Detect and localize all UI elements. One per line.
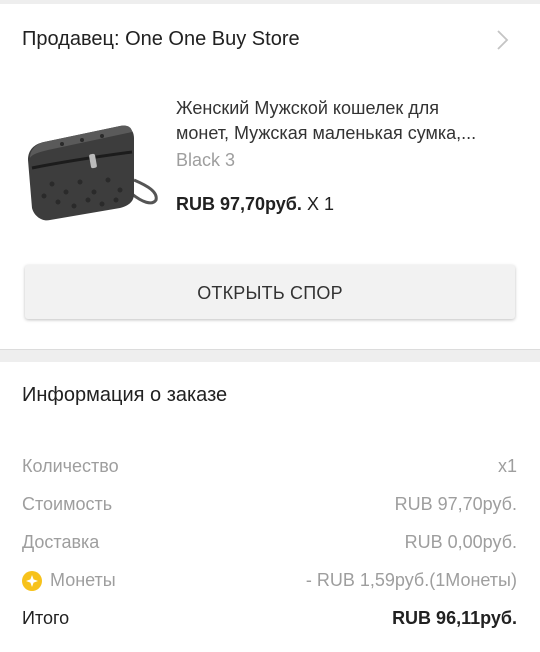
coin-icon	[22, 570, 42, 591]
product-variant: Black 3	[176, 150, 236, 170]
seller-row[interactable]: Продавец: One One Buy Store	[0, 4, 540, 74]
row-value: - RUB 1,59руб.(1Монеты)	[305, 570, 517, 590]
row-label: Количество	[22, 456, 119, 476]
row-label: Доставка	[22, 532, 100, 552]
row-label: Итого	[22, 608, 70, 628]
product-image[interactable]	[22, 102, 162, 232]
product-title[interactable]: Женский Мужской кошелек для монет, Мужск…	[176, 96, 521, 146]
price-row: RUB 97,70руб. X 1	[176, 194, 334, 215]
order-info-title: Информация о заказе	[22, 384, 228, 406]
chevron-right-icon	[497, 30, 509, 50]
row-label-wrap: Монеты	[22, 570, 116, 591]
row-value: RUB 97,70руб.	[394, 494, 517, 514]
quantity-row: Количество x1	[22, 450, 517, 488]
row-label: Стоимость	[22, 494, 113, 514]
row-label: Монеты	[50, 570, 116, 590]
seller-name: Продавец: One One Buy Store	[22, 28, 300, 50]
shipping-row: Доставка RUB 0,00руб.	[22, 526, 517, 564]
row-value: RUB 0,00руб.	[404, 532, 517, 552]
product-quantity: X 1	[306, 194, 334, 214]
product-item[interactable]: Женский Мужской кошелек для монет, Мужск…	[0, 80, 540, 250]
cost-row: Стоимость RUB 97,70руб.	[22, 488, 517, 526]
section-divider	[0, 349, 540, 362]
open-dispute-button[interactable]: ОТКРЫТЬ СПОР	[25, 265, 515, 319]
product-price: RUB 97,70руб.	[176, 194, 302, 214]
coins-row: Монеты - RUB 1,59руб.(1Монеты)	[22, 564, 517, 602]
row-value: x1	[497, 456, 517, 476]
total-row: Итого RUB 96,11руб.	[22, 602, 517, 640]
row-value: RUB 96,11руб.	[392, 608, 517, 628]
product-title-line2: монет, Мужская маленькая сумка,...	[176, 123, 477, 143]
order-info-list: Количество x1 Стоимость RUB 97,70руб. До…	[22, 450, 517, 640]
product-title-line1: Женский Мужской кошелек для	[176, 98, 440, 118]
